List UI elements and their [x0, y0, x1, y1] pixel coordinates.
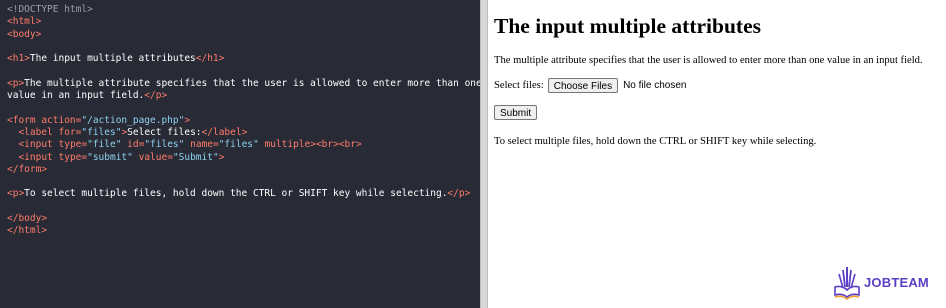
code-token: </p> [144, 90, 168, 102]
code-token: <p> [7, 188, 25, 200]
code-token: <body> [7, 28, 42, 40]
code-line: <label for="files">Select files:</label> [7, 127, 473, 139]
note-paragraph: To select multiple files, hold down the … [494, 136, 817, 147]
code-token: </h1> [195, 53, 225, 65]
code-token: <!DOCTYPE html> [7, 4, 93, 15]
code-token: value in an input field. [7, 90, 145, 102]
book-hand-logo-icon [834, 267, 860, 301]
code-token: <h1> [7, 53, 30, 65]
code-editor-panel[interactable]: <!DOCTYPE html> <html> <body> <h1>The inpu… [0, 0, 482, 308]
choose-files-button[interactable]: Choose Files [547, 78, 619, 93]
code-token: "files" [218, 139, 259, 151]
code-token: <form [7, 114, 36, 126]
file-status-text: No file chosen [623, 80, 687, 91]
code-token: > [218, 151, 225, 163]
code-line: <p>To select multiple files, hold down t… [7, 188, 473, 200]
code-line: <p>The multiple attribute specifies that… [7, 77, 482, 90]
file-input-label: Select files: [494, 80, 544, 91]
code-token: <p> [7, 77, 25, 89]
code-token: Select files: [127, 126, 202, 138]
code-token: "Submit" [172, 151, 219, 163]
code-token: "files" [81, 126, 122, 138]
jobteam-logo: JOBTEAM [832, 262, 932, 302]
code-token: </p> [447, 188, 471, 200]
code-token: <input [18, 151, 53, 163]
code-line: <input type="submit" value="Submit"> [7, 152, 473, 164]
code-editor[interactable]: <!DOCTYPE html> <html> <body> <h1>The inpu… [0, 0, 482, 242]
code-line: <input type="file" id="files" name="file… [7, 139, 473, 151]
code-token: <label [18, 126, 53, 138]
code-line: <html> [7, 16, 473, 28]
code-token: ><br><br> [310, 139, 362, 151]
code-token: "/action_page.php" [81, 114, 185, 126]
code-token: "files" [144, 139, 185, 151]
submit-button[interactable]: Submit [494, 105, 538, 120]
code-token: The input multiple attributes [29, 53, 196, 65]
code-token: multiple [258, 139, 311, 151]
code-token: > [184, 114, 191, 126]
code-line: </body> [7, 213, 473, 225]
code-token: </label> [201, 126, 248, 138]
code-line: </form> [7, 164, 473, 176]
file-input-row: Select files: Choose Files No file chose… [494, 78, 946, 93]
code-token: The multiple attribute specifies that th… [24, 77, 482, 89]
code-token: name= [184, 139, 219, 151]
code-token: <input [18, 139, 53, 151]
panel-divider[interactable] [480, 0, 488, 308]
description-paragraph: The multiple attribute specifies that th… [494, 55, 923, 66]
code-token: </form> [7, 163, 48, 175]
code-token: action= [35, 114, 82, 126]
code-token: To select multiple files, hold down the … [24, 188, 448, 200]
code-line: <h1>The input multiple attributes</h1> [7, 53, 473, 65]
code-token: value= [132, 151, 173, 163]
logo-text: JOBTEAM [864, 274, 929, 290]
code-token: </body> [7, 213, 48, 225]
code-token: </html> [7, 225, 48, 237]
code-token: for= [52, 126, 82, 138]
code-line: value in an input field.</p> [7, 90, 473, 102]
code-token: "submit" [87, 151, 133, 163]
code-line: <!DOCTYPE html> [7, 4, 473, 16]
code-line: <body> [7, 29, 473, 41]
code-token: type= [52, 139, 88, 151]
code-token: id= [121, 139, 145, 151]
code-token: "file" [87, 139, 122, 151]
page-heading: The input multiple attributes [494, 14, 761, 38]
code-line: </html> [7, 225, 473, 237]
code-line: <form action="/action_page.php"> [7, 115, 473, 127]
code-token: type= [52, 151, 88, 163]
code-token: <html> [7, 16, 42, 28]
